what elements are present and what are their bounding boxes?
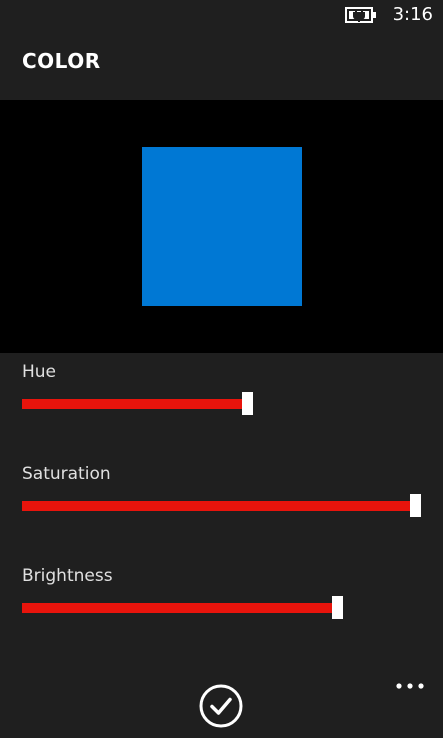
ellipsis-icon[interactable] <box>394 676 426 696</box>
brightness-slider-thumb[interactable] <box>332 596 343 619</box>
saturation-slider[interactable] <box>22 494 421 518</box>
brightness-label: Brightness <box>22 566 113 586</box>
color-picker-screen: 3:16 COLOR Hue Saturation Brightness <box>0 0 443 738</box>
status-bar: 3:16 <box>0 0 443 32</box>
battery-charging-icon <box>345 7 376 23</box>
page-title: COLOR <box>22 49 101 73</box>
status-time: 3:16 <box>392 4 433 25</box>
brightness-slider-group: Brightness <box>22 566 421 636</box>
brightness-slider[interactable] <box>22 596 421 620</box>
hue-label: Hue <box>22 362 57 382</box>
saturation-label: Saturation <box>22 464 111 484</box>
hue-slider-group: Hue <box>22 362 421 432</box>
check-circle-icon[interactable] <box>199 684 243 728</box>
color-preview-area <box>0 100 443 353</box>
app-bar <box>0 670 443 738</box>
color-swatch <box>142 147 302 306</box>
saturation-slider-thumb[interactable] <box>410 494 421 517</box>
brightness-slider-fill <box>22 603 337 613</box>
hue-slider[interactable] <box>22 392 421 416</box>
saturation-slider-group: Saturation <box>22 464 421 534</box>
hue-slider-fill <box>22 399 247 409</box>
saturation-slider-fill <box>22 501 415 511</box>
hue-slider-thumb[interactable] <box>242 392 253 415</box>
